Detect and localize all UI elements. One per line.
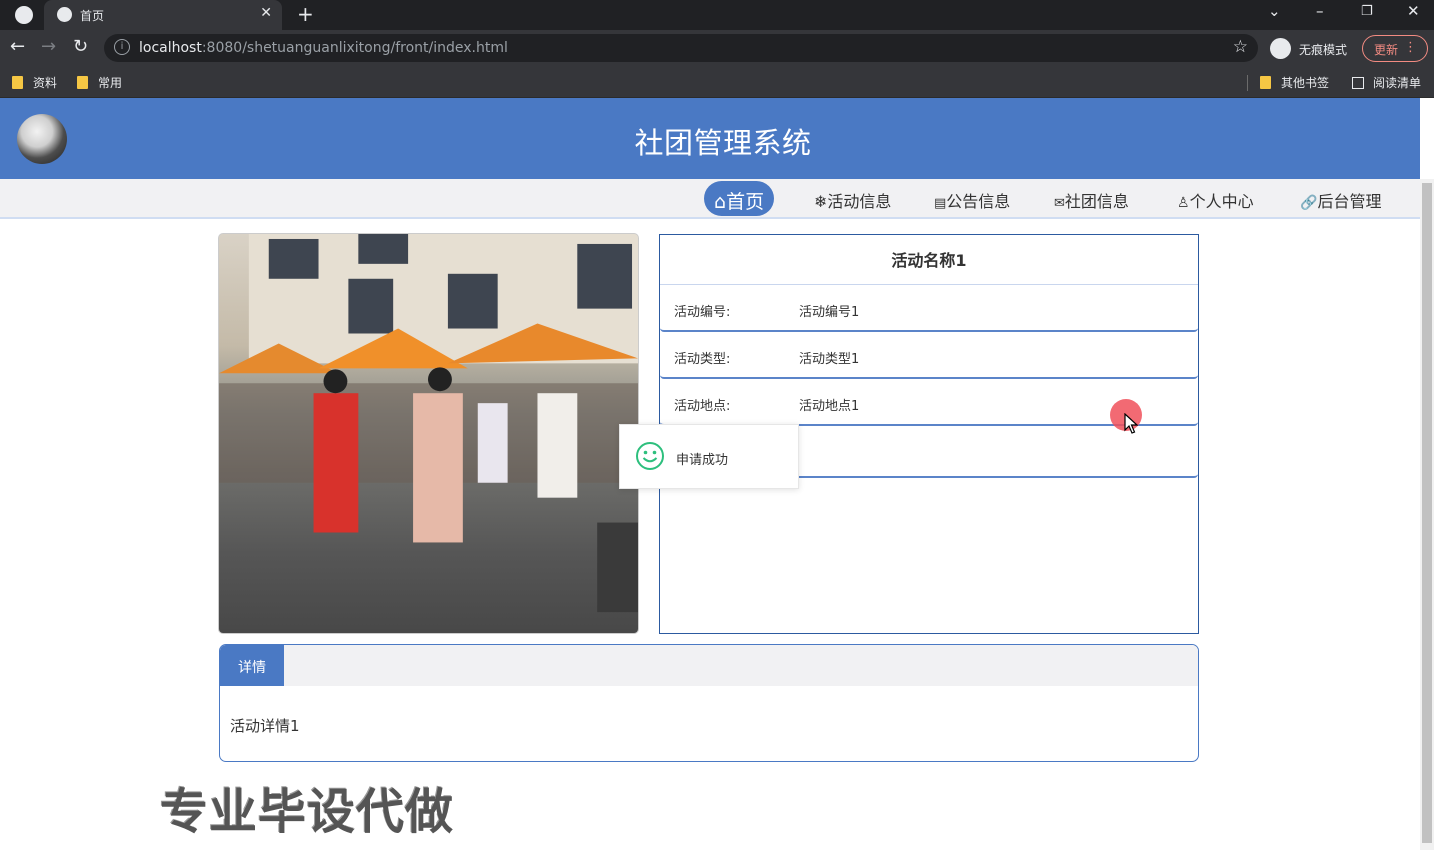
activity-location-value: 活动地点1	[799, 399, 860, 414]
info-row-type: 活动类型: 活动类型1	[660, 332, 1198, 379]
watermark-text: 专业毕设代做	[160, 784, 455, 840]
page-scrollbar[interactable]	[1420, 179, 1434, 850]
reading-list[interactable]: 阅读清单	[1352, 74, 1421, 91]
incognito-label: 无痕模式	[1299, 43, 1348, 57]
snowflake-icon: ❄	[814, 192, 828, 211]
site-title: 社团管理系统	[634, 126, 812, 160]
nav-home[interactable]: ⌂首页	[704, 181, 775, 216]
activity-photo-illustration	[219, 234, 638, 613]
new-tab-button[interactable]: +	[297, 2, 314, 26]
scrollbar-thumb[interactable]	[1422, 183, 1432, 843]
envelope-icon: ✉	[1054, 196, 1065, 211]
nav-profile[interactable]: ♙个人中心	[1177, 188, 1254, 212]
reading-list-icon	[1352, 77, 1364, 89]
browser-tab-strip: 首页 ✕ + ⌄ – ❐ ✕	[0, 0, 1434, 30]
activity-number-value: 活动编号1	[799, 305, 860, 320]
detail-tab-bar: 详情	[220, 645, 1198, 686]
mouse-cursor-icon	[1124, 413, 1138, 434]
browser-tab[interactable]: 首页 ✕	[44, 0, 282, 30]
activity-type-label: 活动类型:	[674, 352, 731, 367]
bookmark-folder-changyong[interactable]: 常用	[77, 74, 122, 91]
detail-panel: 详情 活动详情1	[219, 644, 1199, 762]
restore-button[interactable]: ❐	[1361, 4, 1373, 19]
folder-icon	[12, 76, 23, 89]
tab-search-icon[interactable]: ⌄	[1268, 2, 1281, 20]
close-tab-icon[interactable]: ✕	[260, 5, 272, 21]
update-button[interactable]: 更新 ⋮	[1362, 35, 1428, 62]
tab-title: 首页	[80, 9, 105, 23]
address-bar[interactable]: i localhost:8080/shetuanguanlixitong/fro…	[104, 34, 1258, 62]
nav-clubs[interactable]: ✉社团信息	[1054, 188, 1129, 212]
activity-location-label: 活动地点:	[674, 399, 731, 414]
back-icon[interactable]: ←	[10, 37, 25, 57]
detail-content: 活动详情1	[230, 717, 300, 735]
main-nav: ⌂首页 ❄活动信息 ▤公告信息 ✉社团信息 ♙个人中心 🔗后台管理	[0, 179, 1420, 219]
bookmarks-divider	[1247, 75, 1248, 91]
browser-menu-icon[interactable]	[15, 6, 33, 24]
other-bookmarks[interactable]: 其他书签	[1260, 74, 1329, 91]
incognito-icon	[1270, 38, 1291, 59]
nav-activities[interactable]: ❄活动信息	[814, 188, 891, 212]
smile-icon	[636, 442, 664, 470]
minimize-button[interactable]: –	[1316, 2, 1324, 20]
bookmark-folder-ziliao[interactable]: 资料	[12, 74, 57, 91]
clipboard-icon: ▤	[934, 196, 947, 211]
site-info-icon[interactable]: i	[114, 39, 130, 55]
reload-icon[interactable]: ↻	[73, 37, 88, 57]
folder-icon	[77, 76, 88, 89]
toast-message: 申请成功	[676, 453, 729, 468]
browser-toolbar: ← → ↻ i localhost:8080/shetuanguanlixito…	[0, 30, 1434, 66]
activity-type-value: 活动类型1	[799, 352, 860, 367]
tab-detail[interactable]: 详情	[220, 645, 284, 686]
nav-announcements[interactable]: ▤公告信息	[934, 188, 1010, 212]
nav-admin[interactable]: 🔗后台管理	[1300, 188, 1381, 212]
folder-icon	[1260, 76, 1271, 89]
success-toast: 申请成功	[619, 424, 799, 489]
home-icon: ⌂	[714, 191, 727, 213]
user-icon: ♙	[1177, 195, 1190, 211]
info-row-number: 活动编号: 活动编号1	[660, 285, 1198, 332]
more-menu-icon[interactable]: ⋮	[1404, 40, 1417, 55]
url-text: localhost:8080/shetuanguanlixitong/front…	[139, 40, 508, 56]
close-window-button[interactable]: ✕	[1407, 2, 1420, 20]
activity-name: 活动名称1	[660, 235, 1198, 285]
bookmark-star-icon[interactable]: ☆	[1233, 37, 1248, 57]
globe-icon	[57, 7, 72, 22]
activity-photo	[218, 233, 639, 634]
forward-icon[interactable]: →	[41, 37, 56, 57]
activity-number-label: 活动编号:	[674, 305, 731, 320]
link-icon: 🔗	[1300, 195, 1318, 211]
site-header: 社团管理系统	[0, 98, 1420, 179]
bookmarks-bar: 资料 常用 其他书签 阅读清单	[0, 66, 1434, 98]
